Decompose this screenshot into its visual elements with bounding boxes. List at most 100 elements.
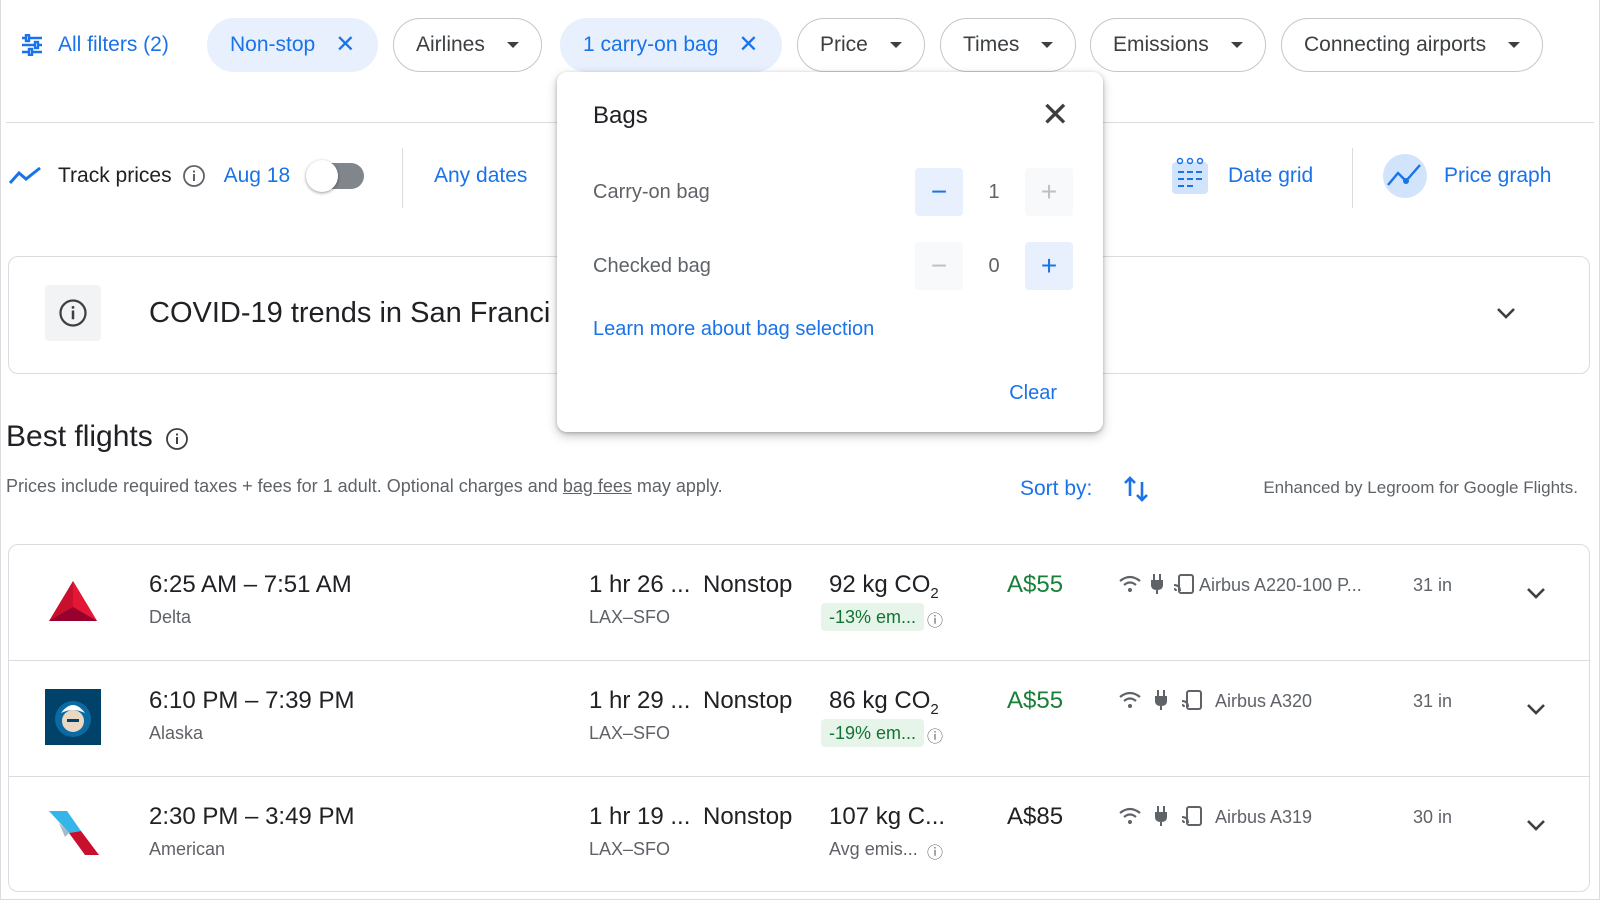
track-prices-section: Track prices Aug 18 (8, 148, 365, 204)
sort-by-button[interactable]: Sort by: (1020, 474, 1150, 504)
track-prices-toggle[interactable] (306, 160, 365, 192)
flight-row[interactable]: 6:10 PM – 7:39 PM Alaska 1 hr 29 ... LAX… (9, 661, 1589, 777)
close-icon[interactable]: ✕ (1041, 98, 1070, 132)
chip-label: 1 carry-on bag (583, 33, 719, 56)
filter-chip-price[interactable]: Price (797, 18, 925, 72)
airline-name: American (149, 839, 226, 859)
price-graph-label: Price graph (1444, 164, 1552, 187)
wifi-icon (1119, 807, 1141, 824)
flight-stops: Nonstop (703, 687, 793, 714)
filter-chip-nonstop[interactable]: Non-stop ✕ (207, 18, 379, 72)
info-icon[interactable]: ⓘ (927, 607, 943, 631)
checked-bag-row: Checked bag − 0 + (593, 242, 1073, 290)
sort-icon (1124, 476, 1149, 502)
close-icon[interactable]: ✕ (738, 33, 758, 57)
info-icon[interactable]: ⓘ (927, 723, 943, 747)
info-icon[interactable]: ⓘ (927, 839, 943, 863)
plus-icon: + (1040, 176, 1058, 207)
bags-popup: Bags ✕ Carry-on bag − 1 + Checked bag − … (557, 72, 1103, 432)
chip-label: Airlines (416, 33, 485, 56)
filter-chip-times[interactable]: Times (940, 18, 1077, 72)
flight-row[interactable]: 6:25 AM – 7:51 AM Delta 1 hr 26 ... LAX–… (9, 545, 1589, 661)
emissions-badge: -19% em... (821, 719, 925, 747)
amenities (1119, 805, 1203, 827)
airline-name: Delta (149, 607, 192, 627)
all-filters-label: All filters (2) (58, 33, 169, 56)
chip-label: Emissions (1113, 33, 1209, 56)
flight-route: LAX–SFO (589, 723, 671, 743)
alaska-logo-icon (45, 689, 101, 745)
filter-chip-airlines[interactable]: Airlines (393, 18, 542, 72)
chevron-down-icon[interactable] (1495, 305, 1517, 321)
flight-times: 2:30 PM – 3:49 PM (149, 803, 355, 830)
divider (402, 148, 403, 208)
date-grid-icon (1172, 157, 1208, 194)
aircraft-type: Airbus A320 (1215, 691, 1313, 711)
all-filters-button[interactable]: All filters (2) (20, 18, 169, 72)
chip-label: Connecting airports (1304, 33, 1487, 56)
track-date: Aug 18 (223, 164, 291, 187)
track-prices-label: Track prices (58, 164, 172, 187)
any-dates-button[interactable]: Any dates (434, 148, 527, 204)
caret-down-icon (1508, 42, 1521, 48)
carry-on-decrement-button[interactable]: − (915, 168, 963, 216)
price-disclaimer: Prices include required taxes + fees for… (6, 476, 723, 497)
co2-text: 86 kg CO (829, 687, 931, 714)
checked-bag-decrement-button[interactable]: − (915, 242, 963, 290)
toggle-knob (306, 160, 339, 192)
amenities (1119, 573, 1195, 595)
caret-down-icon (889, 42, 902, 48)
co2-subscript: 2 (930, 700, 939, 718)
chip-label: Price (820, 33, 868, 56)
chip-label: Non-stop (230, 33, 316, 56)
info-icon[interactable] (182, 164, 206, 188)
info-icon (45, 285, 101, 341)
checked-bag-increment-button[interactable]: + (1025, 242, 1073, 290)
delta-logo-icon (49, 581, 97, 621)
co2-value: 107 kg C... (829, 803, 945, 834)
carry-on-row: Carry-on bag − 1 + (593, 168, 1073, 216)
emissions-badge: Avg emis... (829, 839, 918, 859)
checked-bag-count: 0 (988, 254, 1000, 277)
legroom: 31 in (1413, 691, 1453, 711)
stream-media-icon (1173, 574, 1194, 594)
co2-value: 86 kg CO2 (829, 687, 939, 718)
legroom: 31 in (1413, 575, 1453, 595)
covid-title: COVID-19 trends in San Franci (149, 297, 551, 329)
carry-on-increment-button[interactable]: + (1025, 168, 1073, 216)
stream-media-icon (1181, 806, 1202, 826)
power-plug-icon (1155, 690, 1167, 710)
co2-text: 107 kg C... (829, 803, 946, 830)
wifi-icon (1119, 575, 1141, 592)
caret-down-icon (506, 42, 519, 48)
flight-route: LAX–SFO (589, 839, 671, 859)
flight-duration: 1 hr 19 ... (589, 803, 691, 830)
airline-name: Alaska (149, 723, 204, 743)
section-title: Best flights (6, 420, 153, 453)
learn-more-link[interactable]: Learn more about bag selection (593, 318, 874, 341)
info-icon[interactable] (165, 427, 189, 451)
legroom: 30 in (1413, 807, 1453, 827)
filter-chip-connecting-airports[interactable]: Connecting airports (1281, 18, 1544, 72)
stream-media-icon (1181, 690, 1202, 710)
date-grid-button[interactable]: Date grid (1170, 148, 1313, 204)
chevron-down-icon[interactable] (1525, 585, 1547, 601)
flight-stops: Nonstop (703, 803, 793, 830)
power-plug-icon (1155, 806, 1167, 826)
chevron-down-icon[interactable] (1525, 701, 1547, 717)
best-flights-heading: Best flights (6, 420, 189, 454)
bag-fees-link[interactable]: bag fees (563, 476, 632, 496)
chip-label: Times (963, 33, 1020, 56)
clear-button[interactable]: Clear (1009, 382, 1057, 405)
close-icon[interactable]: ✕ (335, 33, 355, 57)
price-graph-button[interactable]: Price graph (1382, 148, 1551, 204)
filter-chip-emissions[interactable]: Emissions (1090, 18, 1266, 72)
chevron-down-icon[interactable] (1525, 817, 1547, 833)
disclaimer-text-end: may apply. (631, 476, 723, 496)
enhanced-by-note: Enhanced by Legroom for Google Flights. (1263, 478, 1578, 497)
flight-price: A$55 (1007, 687, 1064, 714)
flight-row[interactable]: 2:30 PM – 3:49 PM American 1 hr 19 ... L… (9, 777, 1589, 893)
flight-route: LAX–SFO (589, 607, 671, 627)
filter-chip-bags[interactable]: 1 carry-on bag ✕ (560, 18, 782, 72)
tune-icon (22, 34, 42, 56)
